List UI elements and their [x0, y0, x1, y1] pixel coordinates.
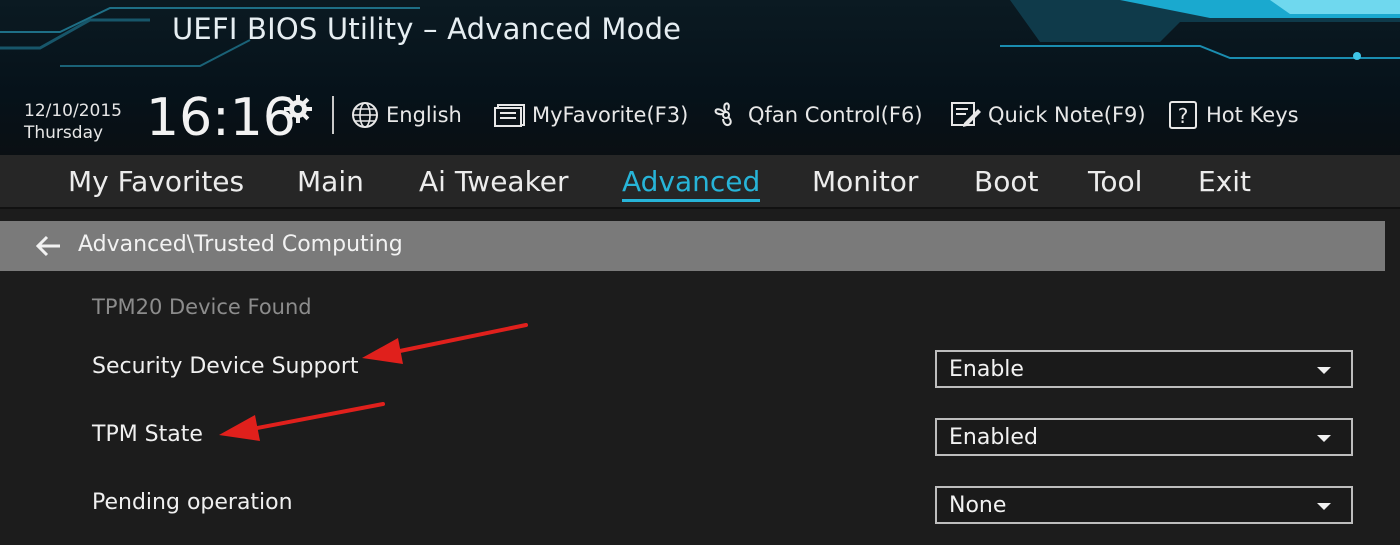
qfan-control-button[interactable]: Qfan Control(F6): [710, 100, 923, 130]
myfavorite-label: MyFavorite(F3): [532, 103, 689, 127]
quick-note-button[interactable]: Quick Note(F9): [950, 100, 1146, 130]
tab-ai-tweaker[interactable]: Ai Tweaker: [419, 165, 569, 198]
date-display: 12/10/2015 Thursday: [24, 100, 122, 144]
select-value: Enable: [949, 357, 1024, 382]
app-title: UEFI BIOS Utility – Advanced Mode: [172, 12, 682, 46]
select-value: Enabled: [949, 425, 1038, 450]
tab-exit[interactable]: Exit: [1198, 165, 1251, 198]
svg-text:?: ?: [1178, 104, 1189, 128]
tpm-state-label: TPM State: [92, 422, 203, 447]
security-device-support-label: Security Device Support: [92, 354, 359, 379]
tpm-state-select[interactable]: Enabled: [935, 418, 1353, 456]
tab-advanced[interactable]: Advanced: [622, 165, 760, 198]
header-divider: [332, 96, 334, 134]
language-label: English: [386, 103, 462, 127]
breadcrumb: Advanced\Trusted Computing: [0, 221, 1385, 271]
clock: 16:16: [146, 88, 296, 148]
security-device-support-select[interactable]: Enable: [935, 350, 1353, 388]
pending-operation-select[interactable]: None: [935, 486, 1353, 524]
myfavorite-button[interactable]: MyFavorite(F3): [494, 100, 688, 130]
tpm-status-text: TPM20 Device Found: [92, 295, 312, 319]
tab-boot[interactable]: Boot: [974, 165, 1038, 198]
tab-tool[interactable]: Tool: [1088, 165, 1142, 198]
pending-operation-label: Pending operation: [92, 490, 293, 515]
annotation-arrow: [219, 402, 385, 441]
day-text: Thursday: [24, 123, 104, 143]
date-text: 12/10/2015: [24, 101, 122, 121]
chevron-down-icon: [1317, 435, 1331, 442]
tab-monitor[interactable]: Monitor: [812, 165, 918, 198]
language-button[interactable]: English: [350, 100, 462, 130]
breadcrumb-path: Advanced\Trusted Computing: [78, 232, 403, 257]
favorites-icon: [494, 104, 525, 127]
active-tab-indicator: [622, 199, 760, 202]
qfan-control-label: Qfan Control(F6): [748, 103, 923, 127]
quick-note-label: Quick Note(F9): [988, 103, 1146, 127]
chevron-down-icon: [1317, 503, 1331, 510]
hot-keys-button[interactable]: ? Hot Keys: [1168, 100, 1299, 130]
fan-icon: [714, 102, 732, 127]
main-nav: My Favorites Main Ai Tweaker Advanced Mo…: [0, 155, 1400, 209]
header-bar: UEFI BIOS Utility – Advanced Mode 12/10/…: [0, 0, 1400, 155]
help-icon: ?: [1169, 101, 1197, 129]
annotation-arrow: [362, 323, 528, 364]
back-arrow-icon[interactable]: [34, 234, 62, 258]
gear-icon[interactable]: [283, 94, 313, 124]
tab-my-favorites[interactable]: My Favorites: [68, 165, 244, 198]
tab-main[interactable]: Main: [297, 165, 364, 198]
select-value: None: [949, 493, 1007, 518]
hot-keys-label: Hot Keys: [1206, 103, 1299, 127]
note-icon: [951, 102, 981, 127]
globe-icon: [352, 102, 378, 128]
chevron-down-icon: [1317, 367, 1331, 374]
